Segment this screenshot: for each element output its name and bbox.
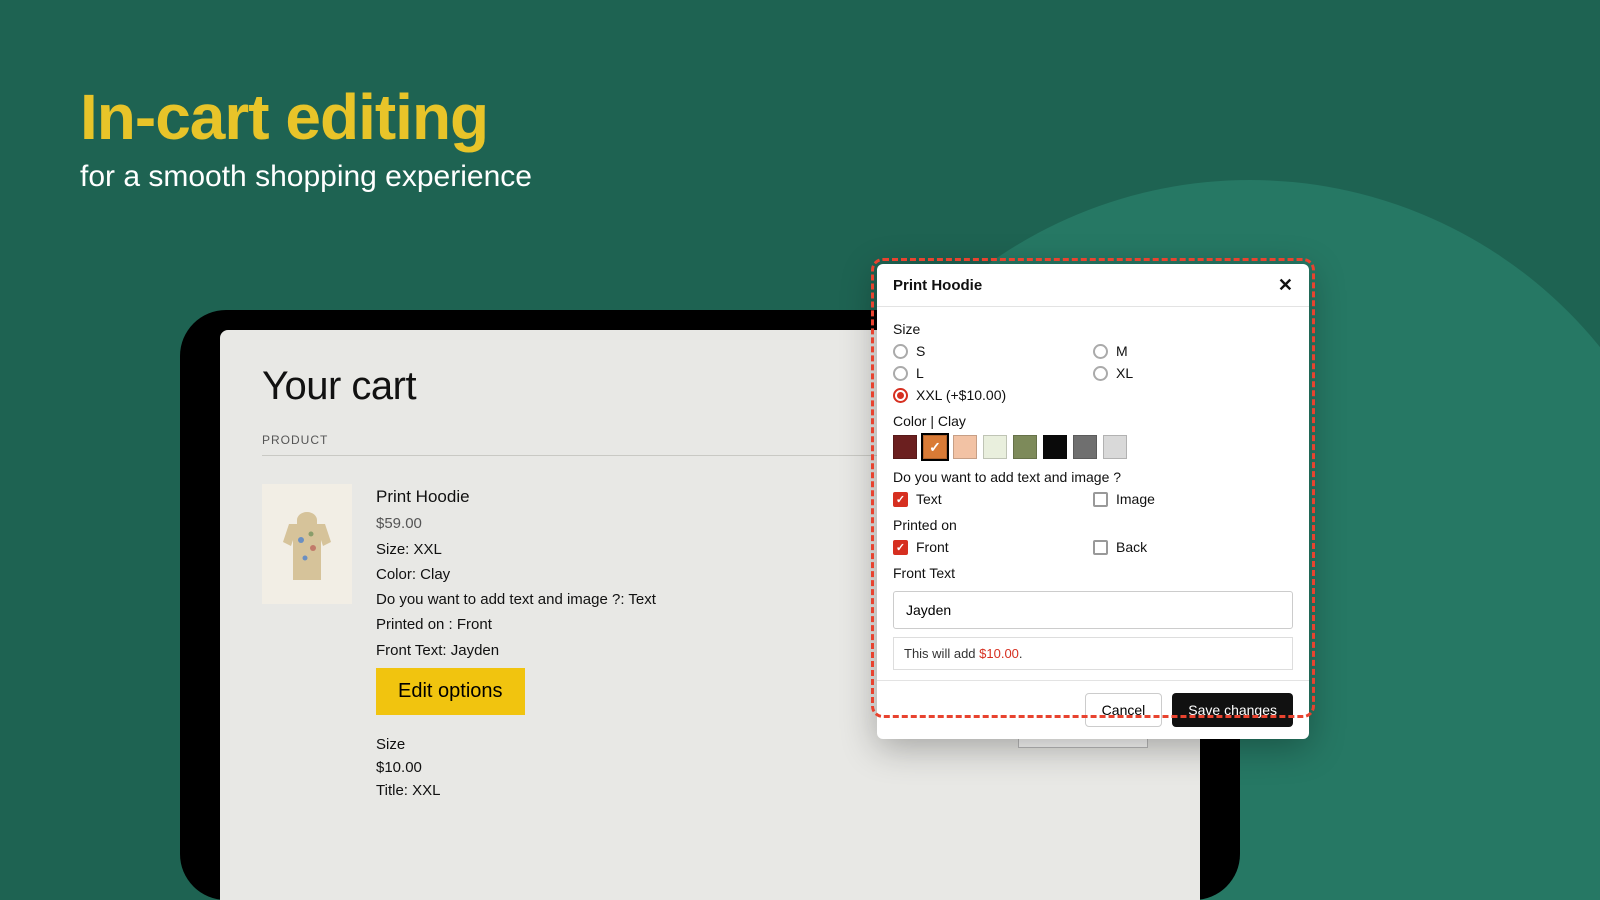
edit-options-modal: Print Hoodie ✕ Size S M L XL XXL (+$10.0…: [877, 264, 1309, 739]
swatch-6[interactable]: [1073, 435, 1097, 459]
printed-label: Printed on: [893, 517, 1293, 533]
extra-price: $10.00: [376, 756, 1008, 779]
swatch-7[interactable]: [1103, 435, 1127, 459]
surcharge-note: This will add $10.00.: [893, 637, 1293, 670]
front-text-input[interactable]: [893, 591, 1293, 629]
color-swatches: [893, 435, 1293, 459]
size-options: S M L XL XXL (+$10.00): [893, 343, 1293, 403]
size-xxl[interactable]: XXL (+$10.00): [893, 387, 1093, 403]
modal-title: Print Hoodie: [893, 277, 982, 294]
hoodie-icon: [271, 496, 343, 592]
col-product: PRODUCT: [262, 433, 328, 447]
extra-title-line: Title: XXL: [376, 779, 1008, 802]
size-label: Size: [893, 321, 1293, 337]
opt-text[interactable]: Text: [893, 491, 1093, 507]
opt-image[interactable]: Image: [1093, 491, 1293, 507]
printed-options: Front Back: [893, 539, 1293, 555]
save-button[interactable]: Save changes: [1172, 693, 1293, 727]
swatch-3[interactable]: [983, 435, 1007, 459]
front-text-label: Front Text: [893, 565, 1293, 581]
cancel-button[interactable]: Cancel: [1085, 693, 1163, 727]
addtext-options: Text Image: [893, 491, 1293, 507]
size-m[interactable]: M: [1093, 343, 1293, 359]
size-xl[interactable]: XL: [1093, 365, 1293, 381]
close-icon[interactable]: ✕: [1278, 276, 1293, 294]
edit-options-button[interactable]: Edit options: [376, 668, 525, 715]
product-image: [262, 484, 352, 604]
extra-line-item: Size $10.00 Title: XXL: [376, 733, 1008, 803]
swatch-0[interactable]: [893, 435, 917, 459]
size-l[interactable]: L: [893, 365, 1093, 381]
swatch-2[interactable]: [953, 435, 977, 459]
swatch-4[interactable]: [1013, 435, 1037, 459]
opt-back[interactable]: Back: [1093, 539, 1293, 555]
opt-front[interactable]: Front: [893, 539, 1093, 555]
hero-title: In-cart editing: [80, 80, 532, 154]
addtext-q: Do you want to add text and image ?: [893, 469, 1293, 485]
modal-footer: Cancel Save changes: [877, 680, 1309, 739]
swatch-1[interactable]: [923, 435, 947, 459]
hero-block: In-cart editing for a smooth shopping ex…: [80, 80, 532, 194]
swatch-5[interactable]: [1043, 435, 1067, 459]
hero-subtitle: for a smooth shopping experience: [80, 160, 532, 194]
size-s[interactable]: S: [893, 343, 1093, 359]
modal-header: Print Hoodie ✕: [877, 264, 1309, 307]
color-label: Color | Clay: [893, 413, 1293, 429]
